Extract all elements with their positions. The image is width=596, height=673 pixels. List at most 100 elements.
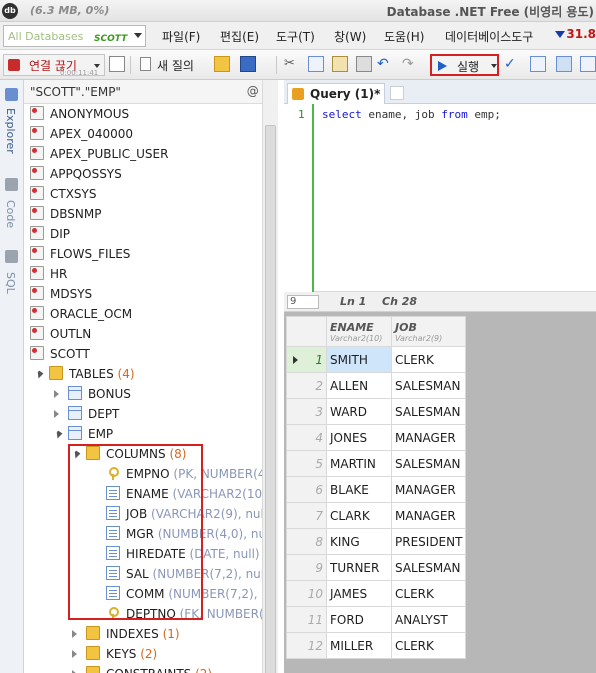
format-icon[interactable] [356,56,372,72]
paste-icon[interactable] [332,56,348,72]
cell-job[interactable]: SALESMAN [390,398,467,425]
copy-icon[interactable] [308,56,324,72]
cell-ename[interactable]: WARD [326,398,392,425]
row-number[interactable]: 2 [286,372,327,399]
row-number[interactable]: 9 [286,554,327,581]
grid-view-icon[interactable] [530,56,546,72]
tree-item-user[interactable]: HR [24,264,277,284]
row-number[interactable]: 10 [286,580,327,607]
expand-closed-icon[interactable] [54,410,61,418]
tree-item-indexes[interactable]: INDEXES (1) [24,624,277,644]
check-icon[interactable]: ✓ [504,56,520,72]
cell-ename[interactable]: CLARK [326,502,392,529]
tree-item-user[interactable]: CTXSYS [24,184,277,204]
execute-button[interactable]: 실행 [430,54,499,76]
tree-item-constraints[interactable]: CONSTRAINTS (2) [24,664,277,673]
row-number[interactable]: 3 [286,398,327,425]
expand-closed-icon[interactable] [72,630,79,638]
tab-explorer[interactable]: Explorer [4,108,17,154]
explorer-scrollbar[interactable] [262,80,278,673]
table-row[interactable]: 5 MARTIN SALESMAN [286,450,467,477]
cell-job[interactable]: CLERK [390,580,467,607]
row-number[interactable]: 11 [286,606,327,633]
cell-ename[interactable]: MARTIN [326,450,392,477]
row-number[interactable]: 12 [286,632,327,659]
menu-help[interactable]: 도움(H) [384,28,424,45]
new-query-button[interactable]: 새 질의 [138,54,206,76]
tab-code[interactable]: Code [4,200,17,228]
tree-item-tables[interactable]: TABLES (4) [24,364,277,384]
scrollbar-thumb[interactable] [265,125,276,673]
cell-job[interactable]: CLERK [390,632,467,659]
cell-job[interactable]: SALESMAN [390,450,467,477]
cell-job[interactable]: MANAGER [390,424,467,451]
cell-job[interactable]: CLERK [390,346,467,373]
refresh-icon[interactable] [109,56,125,72]
tree-item-user[interactable]: FLOWS_FILES [24,244,277,264]
redo-icon[interactable]: ↷ [402,56,418,72]
database-selector[interactable]: All Databases SCOTT [3,25,146,47]
cell-ename[interactable]: MILLER [326,632,392,659]
cell-job[interactable]: MANAGER [390,502,467,529]
cell-ename[interactable]: FORD [326,606,392,633]
font-size-select[interactable]: 9 [287,295,319,309]
expand-open-icon[interactable] [52,428,63,439]
cell-ename[interactable]: KING [326,528,392,555]
menu-window[interactable]: 창(W) [334,28,366,45]
tree-item-table[interactable]: EMP [24,424,277,444]
tree-item-user[interactable]: APEX_040000 [24,124,277,144]
table-row[interactable]: 12 MILLER CLERK [286,632,467,659]
table-row[interactable]: 6 BLAKE MANAGER [286,476,467,503]
cell-job[interactable]: SALESMAN [390,372,467,399]
row-number[interactable]: 5 [286,450,327,477]
tree-item-user[interactable]: SCOTT [24,344,277,364]
open-folder-icon[interactable] [214,56,230,72]
menu-db-tools[interactable]: 데이터베이스도구 [445,28,533,45]
cell-job[interactable]: ANALYST [390,606,467,633]
new-tab-icon[interactable] [390,86,404,100]
cell-ename[interactable]: JAMES [326,580,392,607]
tab-sql[interactable]: SQL [4,272,17,294]
table-row[interactable]: 2 ALLEN SALESMAN [286,372,467,399]
tab-query-1[interactable]: Query (1)* [287,83,385,104]
tree-item-user[interactable]: OUTLN [24,324,277,344]
table-row[interactable]: 4 JONES MANAGER [286,424,467,451]
results-icon[interactable] [556,56,572,72]
tree-item-user[interactable]: ANONYMOUS [24,104,277,124]
tree-item-table[interactable]: BONUS [24,384,277,404]
tree-item-table[interactable]: DEPT [24,404,277,424]
cell-ename[interactable]: SMITH [326,346,392,373]
row-number[interactable]: 8 [286,528,327,555]
tree-item-user[interactable]: DIP [24,224,277,244]
undo-icon[interactable]: ↶ [377,56,393,72]
expand-closed-icon[interactable] [54,390,61,398]
tree-item-user[interactable]: APEX_PUBLIC_USER [24,144,277,164]
table-row[interactable]: 7 CLARK MANAGER [286,502,467,529]
menu-edit[interactable]: 편집(E) [220,28,259,45]
column-header-job[interactable]: JOB Varchar2(9) [390,316,467,347]
table-row[interactable]: 9 TURNER SALESMAN [286,554,467,581]
column-header-ename[interactable]: ENAME Varchar2(10) [326,316,392,347]
cell-job[interactable]: PRESIDENT [390,528,467,555]
row-number[interactable]: 6 [286,476,327,503]
tree-item-user[interactable]: APPQOSSYS [24,164,277,184]
row-number[interactable]: 1 [286,346,327,373]
cell-job[interactable]: SALESMAN [390,554,467,581]
cell-ename[interactable]: TURNER [326,554,392,581]
table-row[interactable]: 8 KING PRESIDENT [286,528,467,555]
table-row[interactable]: 1 SMITH CLERK [286,346,467,373]
table-row[interactable]: 3 WARD SALESMAN [286,398,467,425]
tree-item-user[interactable]: DBSNMP [24,204,277,224]
expand-open-icon[interactable] [33,368,44,379]
tree-item-keys[interactable]: KEYS (2) [24,644,277,664]
cell-ename[interactable]: ALLEN [326,372,392,399]
cell-ename[interactable]: JONES [326,424,392,451]
menu-file[interactable]: 파일(F) [162,28,200,45]
cell-job[interactable]: MANAGER [390,476,467,503]
sql-code-area[interactable]: 1 select ename, job from emp; [284,104,596,292]
save-icon[interactable] [240,56,256,72]
layout-icon[interactable] [580,56,596,72]
cell-ename[interactable]: BLAKE [326,476,392,503]
menu-tools[interactable]: 도구(T) [276,28,315,45]
table-row[interactable]: 10 JAMES CLERK [286,580,467,607]
